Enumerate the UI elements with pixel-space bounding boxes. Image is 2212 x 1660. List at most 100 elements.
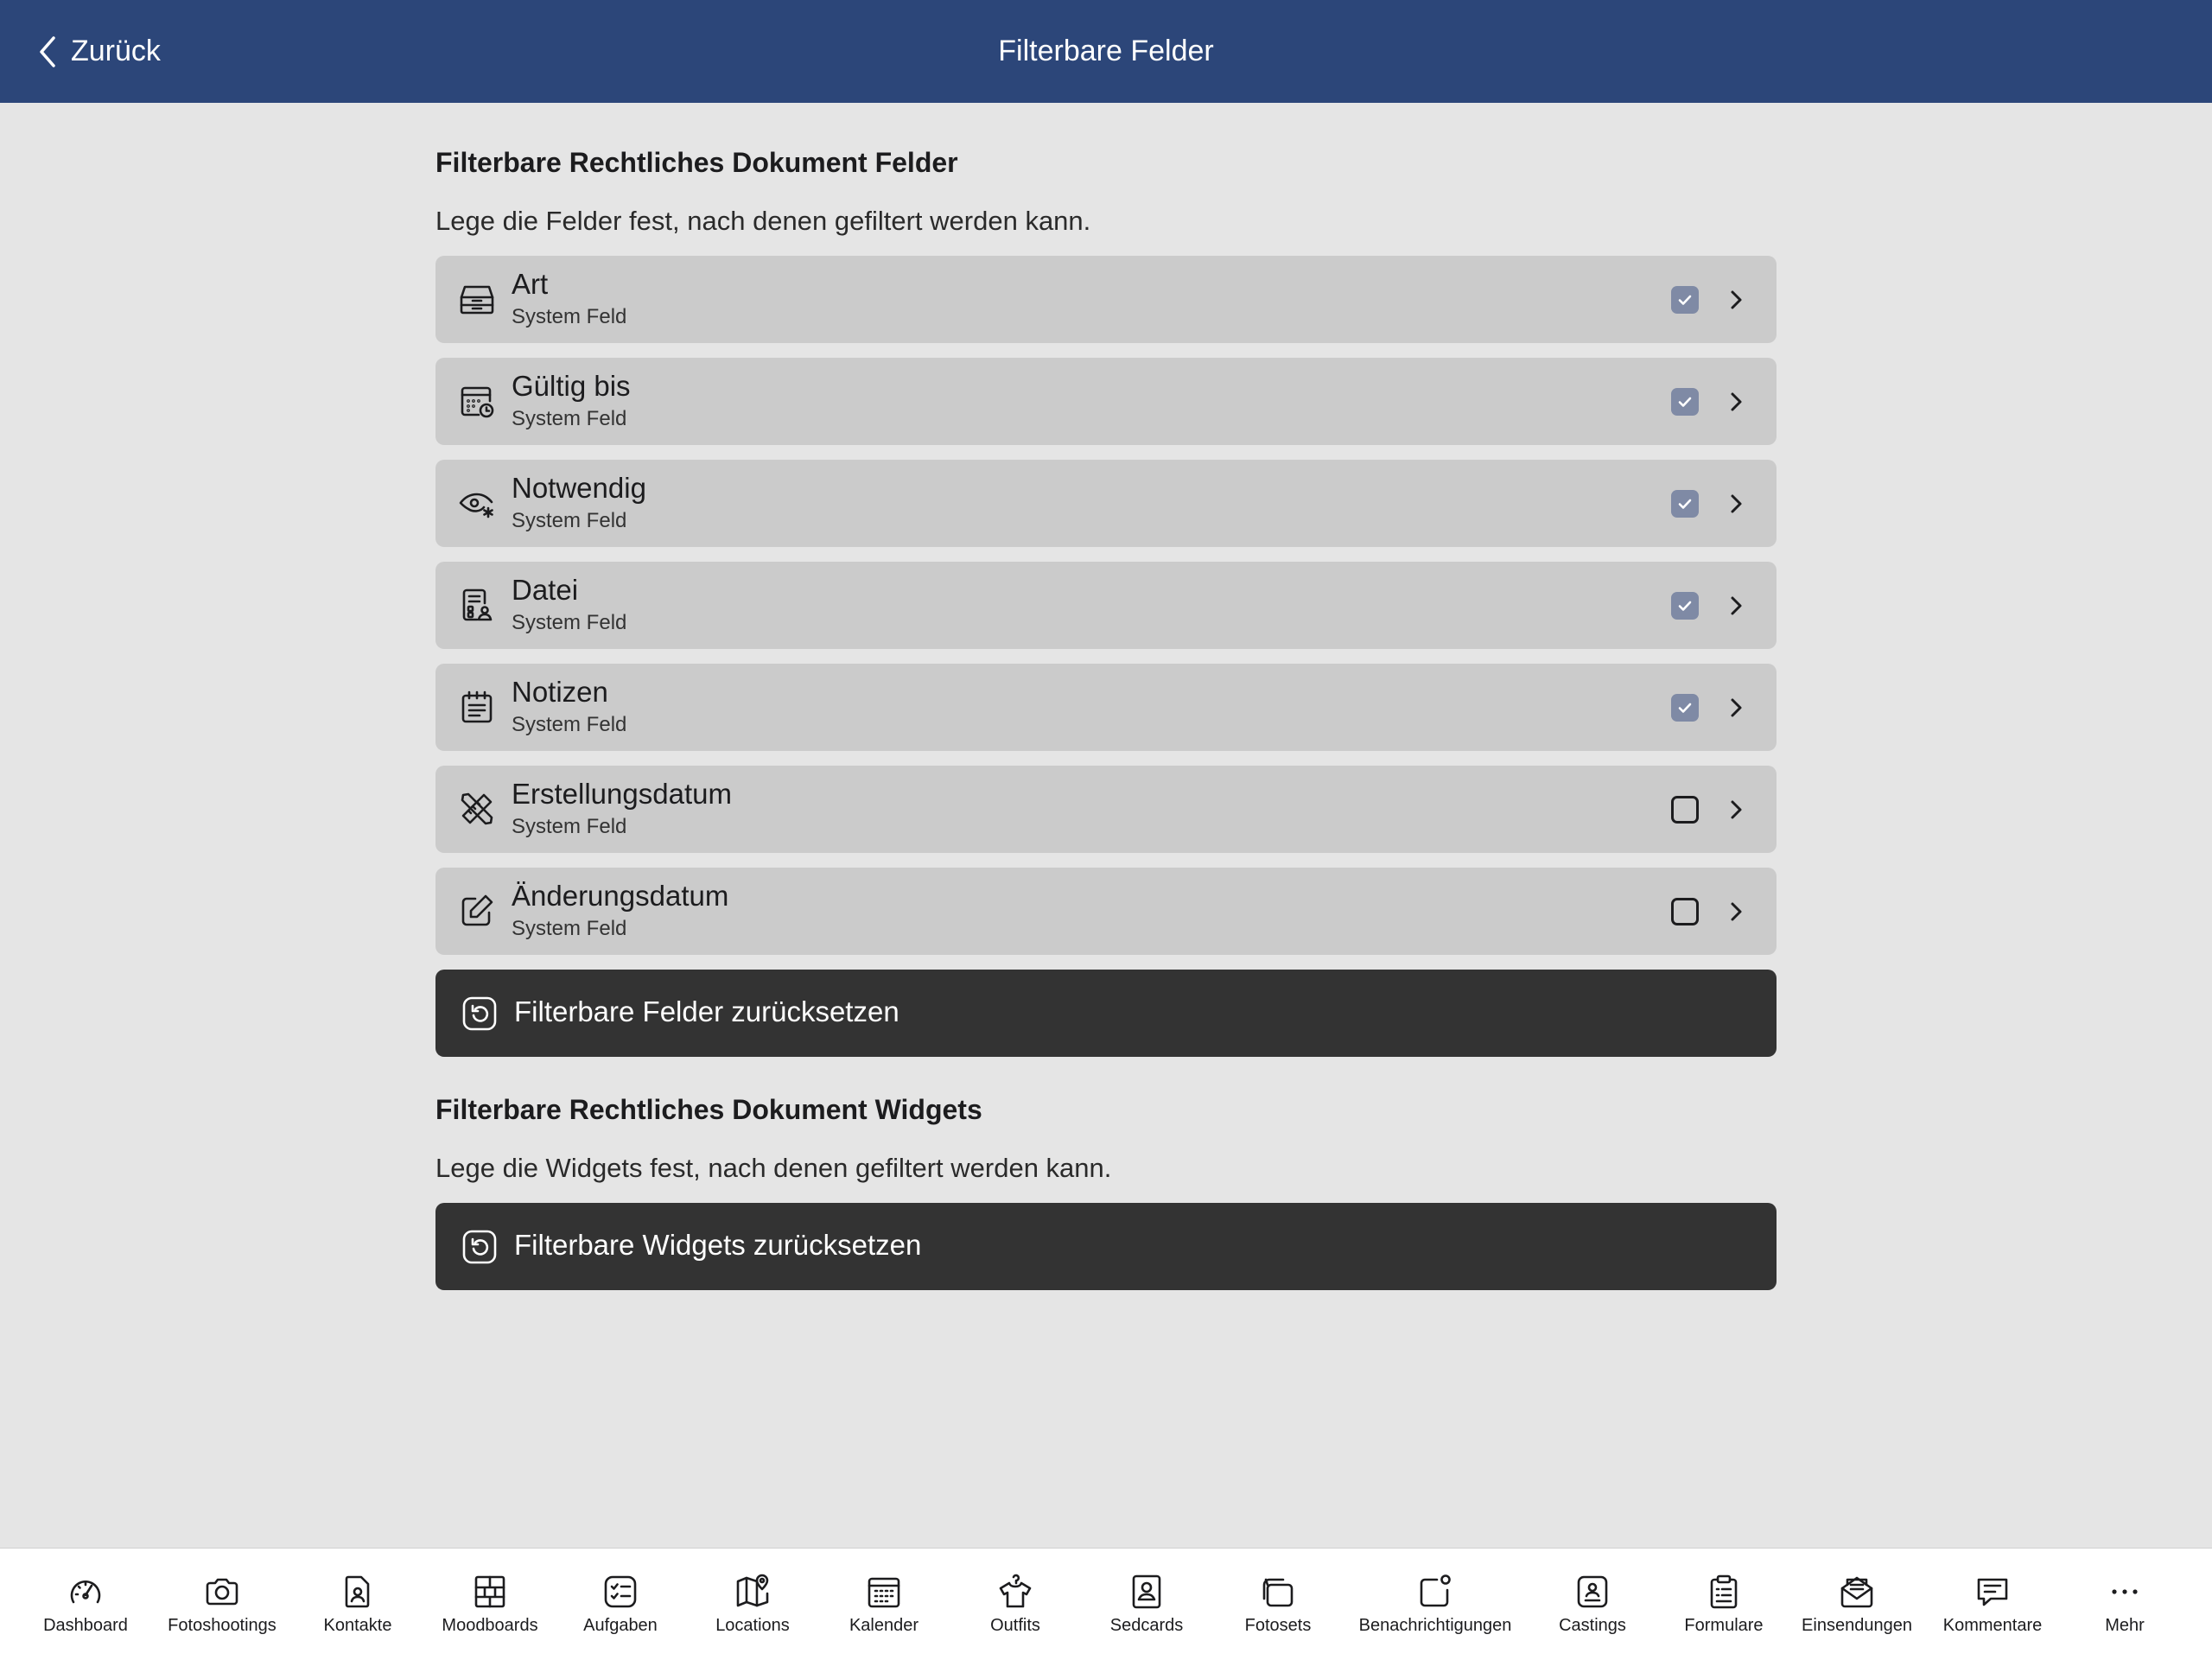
more-dots-icon	[2106, 1573, 2144, 1611]
field-sublabel: System Feld	[512, 509, 627, 532]
checkbox-checked[interactable]	[1671, 592, 1699, 620]
gauge-icon	[67, 1573, 105, 1611]
field-sublabel: System Feld	[512, 407, 627, 430]
tray-icon	[458, 280, 496, 318]
tab-fotoshootings[interactable]: Fotoshootings	[157, 1549, 287, 1660]
calendar-icon	[865, 1573, 903, 1611]
tab-einsendungen[interactable]: Einsendungen	[1792, 1549, 1922, 1660]
back-button[interactable]: Zurück	[35, 0, 161, 103]
shirt-hanger-icon	[996, 1573, 1034, 1611]
field-row-datei[interactable]: Datei System Feld	[435, 562, 1777, 649]
field-row-gueltig-bis[interactable]: Gültig bis System Feld	[435, 358, 1777, 445]
tab-label: Fotosets	[1244, 1616, 1312, 1635]
edit-square-icon	[458, 892, 496, 930]
top-bar: Zurück Filterbare Felder	[0, 0, 2212, 103]
tab-castings[interactable]: Castings	[1528, 1549, 1657, 1660]
checklist-icon	[601, 1573, 639, 1611]
tab-label: Locations	[715, 1616, 790, 1635]
tab-label: Kommentare	[1942, 1616, 2043, 1635]
checkbox-checked[interactable]	[1671, 388, 1699, 416]
tab-label: Outfits	[990, 1616, 1040, 1635]
tab-label: Fotoshootings	[168, 1616, 276, 1635]
field-row-notwendig[interactable]: Notwendig System Feld	[435, 460, 1777, 547]
field-label: Datei	[512, 574, 579, 606]
contact-file-icon	[339, 1573, 377, 1611]
field-label: Notizen	[512, 676, 608, 708]
reset-fields-label: Filterbare Felder zurücksetzen	[514, 995, 899, 1027]
chevron-right-icon	[1731, 392, 1742, 411]
tab-label: Einsendungen	[1802, 1616, 1912, 1635]
fields-section-description: Lege die Felder fest, nach denen gefilte…	[435, 206, 1091, 236]
clipboard-icon	[1705, 1573, 1743, 1611]
moodboard-icon	[471, 1573, 509, 1611]
chevron-right-icon	[1731, 698, 1742, 717]
tab-benachrichtigungen[interactable]: Benachrichtigungen	[1359, 1549, 1511, 1660]
notepad-icon	[458, 688, 496, 726]
chevron-right-icon	[1731, 902, 1742, 921]
envelope-icon	[1838, 1573, 1876, 1611]
field-label: Art	[512, 268, 549, 300]
portrait-card-icon	[1128, 1573, 1166, 1611]
field-sublabel: System Feld	[512, 305, 627, 328]
tab-aufgaben[interactable]: Aufgaben	[556, 1549, 685, 1660]
tab-label: Kalender	[849, 1616, 919, 1635]
calendar-clock-icon	[458, 382, 496, 420]
checkbox-unchecked[interactable]	[1671, 796, 1699, 824]
field-label: Gültig bis	[512, 370, 631, 402]
tab-kommentare[interactable]: Kommentare	[1928, 1549, 2057, 1660]
tab-kontakte[interactable]: Kontakte	[293, 1549, 423, 1660]
field-sublabel: System Feld	[512, 611, 627, 634]
camera-icon	[203, 1573, 241, 1611]
tab-label: Sedcards	[1109, 1616, 1184, 1635]
map-pin-icon	[734, 1573, 772, 1611]
checkbox-checked[interactable]	[1671, 286, 1699, 314]
casting-icon	[1573, 1573, 1611, 1611]
checkbox-checked[interactable]	[1671, 694, 1699, 722]
chevron-right-icon	[1731, 800, 1742, 819]
widgets-section-description: Lege die Widgets fest, nach denen gefilt…	[435, 1153, 1112, 1183]
tab-mehr[interactable]: Mehr	[2060, 1549, 2190, 1660]
pencil-ruler-icon	[458, 790, 496, 828]
field-sublabel: System Feld	[512, 917, 627, 940]
field-sublabel: System Feld	[512, 815, 627, 838]
reset-fields-button[interactable]: Filterbare Felder zurücksetzen	[435, 970, 1777, 1057]
tab-fotosets[interactable]: Fotosets	[1213, 1549, 1343, 1660]
bottom-tab-bar: Dashboard Fotoshootings Kontakte Moodboa…	[0, 1548, 2212, 1660]
tab-label: Kontakte	[323, 1616, 392, 1635]
field-label: Änderungsdatum	[512, 880, 729, 912]
reset-icon	[461, 995, 498, 1032]
tab-label: Dashboard	[43, 1616, 128, 1635]
tab-outfits[interactable]: Outfits	[950, 1549, 1080, 1660]
widgets-section-title: Filterbare Rechtliches Dokument Widgets	[435, 1094, 982, 1125]
eye-asterisk-icon	[458, 484, 496, 522]
reset-widgets-button[interactable]: Filterbare Widgets zurücksetzen	[435, 1203, 1777, 1290]
field-row-aenderungsdatum[interactable]: Änderungsdatum System Feld	[435, 868, 1777, 955]
back-label: Zurück	[71, 35, 161, 67]
tab-label: Formulare	[1684, 1616, 1764, 1635]
tab-locations[interactable]: Locations	[688, 1549, 817, 1660]
field-label: Notwendig	[512, 472, 646, 504]
field-row-art[interactable]: Art System Feld	[435, 256, 1777, 343]
tab-formulare[interactable]: Formulare	[1659, 1549, 1789, 1660]
checkbox-checked[interactable]	[1671, 490, 1699, 518]
field-row-notizen[interactable]: Notizen System Feld	[435, 664, 1777, 751]
comment-icon	[1974, 1573, 2012, 1611]
tab-label: Aufgaben	[583, 1616, 658, 1635]
tab-moodboards[interactable]: Moodboards	[425, 1549, 555, 1660]
tab-label: Benachrichtigungen	[1358, 1616, 1512, 1635]
file-person-icon	[458, 586, 496, 624]
fields-section-title: Filterbare Rechtliches Dokument Felder	[435, 147, 958, 178]
tab-dashboard[interactable]: Dashboard	[21, 1549, 150, 1660]
photo-stack-icon	[1259, 1573, 1297, 1611]
tab-sedcards[interactable]: Sedcards	[1082, 1549, 1211, 1660]
page-title: Filterbare Felder	[998, 35, 1214, 67]
tab-label: Castings	[1559, 1616, 1626, 1635]
reset-widgets-label: Filterbare Widgets zurücksetzen	[514, 1229, 922, 1261]
chevron-right-icon	[1731, 494, 1742, 513]
tab-label: Mehr	[2105, 1616, 2145, 1635]
tab-kalender[interactable]: Kalender	[819, 1549, 949, 1660]
chevron-right-icon	[1731, 596, 1742, 615]
field-row-erstellungsdatum[interactable]: Erstellungsdatum System Feld	[435, 766, 1777, 853]
checkbox-unchecked[interactable]	[1671, 898, 1699, 925]
chevron-left-icon	[35, 33, 60, 71]
